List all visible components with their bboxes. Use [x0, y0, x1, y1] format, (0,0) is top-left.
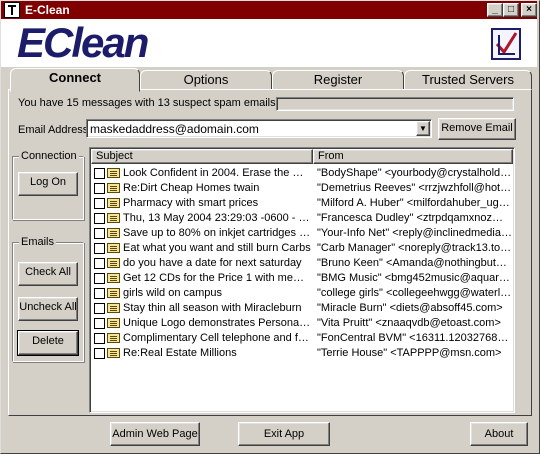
row-checkbox[interactable] — [94, 228, 105, 239]
progress-bar — [276, 97, 514, 111]
row-from: "Demetrius Reeves" <rrzjwzhfoll@hotmail.… — [317, 182, 512, 194]
title-bar[interactable]: E-Clean _ □ × — [1, 1, 537, 19]
envelope-icon — [107, 333, 120, 343]
table-row[interactable]: Re:Dirt Cheap Homes twain "Demetrius Reev… — [92, 181, 512, 196]
row-from: "BMG Music" <bmg452music@aquareport.com> — [317, 272, 512, 284]
row-from: "Francesca Dudley" <ztrpdqamxnoz@nurinet… — [317, 212, 512, 224]
row-from: "Milford A. Huber" <milfordahuber_ug@dtm… — [317, 197, 512, 209]
uncheck-all-button[interactable]: Uncheck All — [18, 297, 78, 321]
envelope-icon — [107, 318, 120, 328]
email-address-label: Email Address: — [18, 124, 92, 136]
envelope-icon — [107, 303, 120, 313]
exit-app-button[interactable]: Exit App — [238, 422, 330, 446]
status-text: You have 15 messages with 13 suspect spa… — [18, 97, 276, 109]
row-subject: Re:Dirt Cheap Homes twain — [123, 182, 260, 194]
row-subject: Stay thin all season with Miracleburn — [123, 302, 302, 314]
row-subject: Complimentary Cell telephone and fantast… — [123, 332, 311, 344]
row-subject: Re:Real Estate Millions — [123, 347, 237, 359]
tab-trusted-servers[interactable]: Trusted Servers — [404, 70, 532, 90]
row-checkbox[interactable] — [94, 168, 105, 179]
row-checkbox[interactable] — [94, 348, 105, 359]
app-icon — [4, 2, 20, 18]
row-from: "Bruno Keen" <Amanda@nothingbutdate.com> — [317, 257, 512, 269]
row-subject: Thu, 13 May 2004 23:29:03 -0600 - Insta.… — [123, 212, 311, 224]
header-banner: EClean — [1, 19, 537, 67]
row-from: "Terrie House" <TAPPPP@msn.com> — [317, 347, 502, 359]
delete-button[interactable]: Delete — [17, 330, 79, 356]
maximize-button[interactable]: □ — [503, 3, 519, 17]
check-all-button[interactable]: Check All — [18, 262, 78, 286]
app-logo: EClean — [17, 19, 149, 66]
table-row[interactable]: girls wild on campus "college girls" <col… — [92, 286, 512, 301]
row-from: "FonCentral BVM" <16311.12032768@britmil… — [317, 332, 512, 344]
envelope-icon — [107, 168, 120, 178]
row-from: "BodyShape" <yourbody@crystalholdings.co… — [317, 167, 512, 179]
table-row[interactable]: Stay thin all season with Miracleburn "Mi… — [92, 301, 512, 316]
remove-email-button[interactable]: Remove Email — [438, 118, 516, 140]
table-row[interactable]: Complimentary Cell telephone and fantast… — [92, 331, 512, 346]
minimize-button[interactable]: _ — [487, 3, 503, 17]
row-subject: Eat what you want and still burn Carbs — [123, 242, 311, 254]
row-subject: Look Confident in 2004. Erase the Cellul… — [123, 167, 311, 179]
row-subject: Pharmacy with smart prices — [123, 197, 259, 209]
envelope-icon — [107, 198, 120, 208]
row-checkbox[interactable] — [94, 213, 105, 224]
row-subject: do you have a date for next saturday — [123, 257, 302, 269]
log-on-button[interactable]: Log On — [18, 172, 78, 196]
email-address-select[interactable]: maskedaddress@adomain.com ▼ — [86, 119, 432, 138]
row-checkbox[interactable] — [94, 183, 105, 194]
row-checkbox[interactable] — [94, 198, 105, 209]
about-button[interactable]: About — [470, 422, 528, 446]
table-row[interactable]: Look Confident in 2004. Erase the Cellul… — [92, 166, 512, 181]
row-checkbox[interactable] — [94, 333, 105, 344]
emails-group-title: Emails — [19, 236, 57, 248]
row-subject: Get 12 CDs for the Price 1 with membersh… — [123, 272, 311, 284]
table-row[interactable]: Thu, 13 May 2004 23:29:03 -0600 - Insta.… — [92, 211, 512, 226]
close-button[interactable]: × — [521, 3, 537, 17]
tab-connect[interactable]: Connect — [10, 68, 140, 92]
checkmark-logo-icon — [491, 28, 521, 60]
tab-options[interactable]: Options — [140, 70, 272, 90]
email-list[interactable]: Subject From Look Confident in 2004. Era… — [89, 147, 515, 413]
row-checkbox[interactable] — [94, 288, 105, 299]
row-subject: Save up to 80% on inkjet cartridges & re… — [123, 227, 311, 239]
row-from: "Carb Manager" <noreply@track13.todays-b… — [317, 242, 512, 254]
envelope-icon — [107, 183, 120, 193]
tab-register[interactable]: Register — [272, 70, 404, 90]
envelope-icon — [107, 243, 120, 253]
row-checkbox[interactable] — [94, 258, 105, 269]
row-from: "college girls" <collegeehwgg@waterlesas… — [317, 287, 512, 299]
envelope-icon — [107, 273, 120, 283]
column-header-from[interactable]: From — [313, 149, 513, 164]
window-title: E-Clean — [25, 3, 70, 17]
table-row[interactable]: Pharmacy with smart prices "Milford A. Hu… — [92, 196, 512, 211]
row-subject: Unique Logo demonstrates Personality of … — [123, 317, 311, 329]
table-row[interactable]: Eat what you want and still burn Carbs "C… — [92, 241, 512, 256]
list-header: Subject From — [91, 149, 513, 164]
table-row[interactable]: do you have a date for next saturday "Bru… — [92, 256, 512, 271]
envelope-icon — [107, 213, 120, 223]
column-header-subject[interactable]: Subject — [91, 149, 313, 164]
table-row[interactable]: Get 12 CDs for the Price 1 with membersh… — [92, 271, 512, 286]
row-checkbox[interactable] — [94, 303, 105, 314]
row-checkbox[interactable] — [94, 318, 105, 329]
row-subject: girls wild on campus — [123, 287, 223, 299]
table-row[interactable]: Save up to 80% on inkjet cartridges & re… — [92, 226, 512, 241]
row-checkbox[interactable] — [94, 243, 105, 254]
envelope-icon — [107, 348, 120, 358]
row-from: "Miracle Burn" <diets@absoff45.com> — [317, 302, 503, 314]
row-from: "Your-Info Net" <reply@inclinedmedia1.co… — [317, 227, 512, 239]
connection-group-title: Connection — [19, 150, 79, 162]
table-row[interactable]: Unique Logo demonstrates Personality of … — [92, 316, 512, 331]
row-from: "Vita Pruitt" <znaaqvdb@etoast.com> — [317, 317, 501, 329]
admin-web-page-button[interactable]: Admin Web Page — [110, 422, 200, 446]
envelope-icon — [107, 288, 120, 298]
dropdown-arrow-icon[interactable]: ▼ — [416, 121, 430, 136]
row-checkbox[interactable] — [94, 273, 105, 284]
envelope-icon — [107, 258, 120, 268]
email-address-value: maskedaddress@adomain.com — [90, 122, 259, 136]
envelope-icon — [107, 228, 120, 238]
table-row[interactable]: Re:Real Estate Millions "Terrie House" <T… — [92, 346, 512, 361]
